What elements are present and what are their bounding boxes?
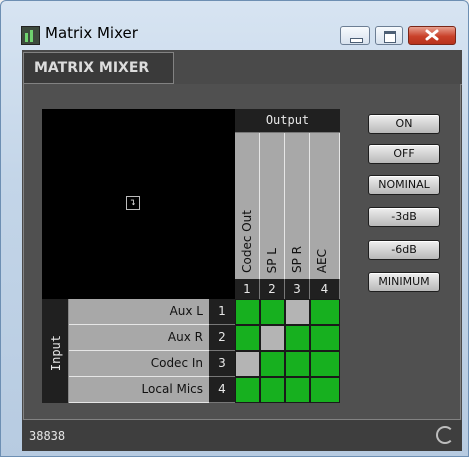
crosspoint-cell[interactable]: [260, 351, 285, 377]
row-number-2: 2: [209, 325, 235, 351]
column-label-aec: AEC: [310, 133, 340, 279]
column-label-codec-out: Codec Out: [235, 133, 260, 279]
crosspoint-cell[interactable]: [260, 325, 285, 351]
column-number-2: 2: [260, 279, 285, 299]
maximize-icon: [384, 31, 396, 43]
crosspoint-cell[interactable]: [260, 377, 285, 403]
crosspoint-cell[interactable]: [235, 325, 260, 351]
minimize-button[interactable]: [340, 26, 370, 45]
close-icon: [425, 29, 439, 41]
column-number-1: 1: [235, 279, 260, 299]
minus-3db-button[interactable]: -3dB: [368, 207, 440, 227]
crosspoint-cell[interactable]: [310, 377, 340, 403]
crosspoint-cell[interactable]: [285, 351, 310, 377]
crosspoint-cell[interactable]: [260, 299, 285, 325]
window-title: Matrix Mixer: [45, 24, 138, 42]
status-text: 38838: [29, 429, 66, 443]
column-label-sp-l: SP L: [260, 133, 285, 279]
nominal-button[interactable]: NOMINAL: [368, 175, 440, 195]
crosspoint-cell[interactable]: [310, 299, 340, 325]
column-number-4: 4: [310, 279, 340, 299]
refresh-icon[interactable]: [436, 426, 454, 444]
minimum-button[interactable]: MINIMUM: [368, 272, 440, 292]
close-button[interactable]: [408, 26, 456, 45]
status-bar: 38838: [22, 420, 462, 451]
maximize-button[interactable]: [375, 26, 403, 45]
crosspoint-cell[interactable]: [285, 325, 310, 351]
app-icon: [21, 26, 40, 45]
row-label-codec-in: Codec In: [69, 351, 209, 377]
crosspoint-cell[interactable]: [285, 377, 310, 403]
minus-6db-button[interactable]: -6dB: [368, 240, 440, 260]
minimize-icon: [350, 38, 363, 43]
row-label-local-mics: Local Mics: [69, 377, 209, 403]
row-number-3: 3: [209, 351, 235, 377]
tab-matrix-mixer[interactable]: MATRIX MIXER: [23, 52, 174, 84]
output-header: Output: [235, 109, 340, 133]
crosspoint-cell[interactable]: [310, 351, 340, 377]
off-button[interactable]: OFF: [368, 144, 440, 164]
crosspoint-cell[interactable]: [310, 325, 340, 351]
crosspoint-cell[interactable]: [235, 351, 260, 377]
row-number-4: 4: [209, 377, 235, 403]
title-bar[interactable]: Matrix Mixer: [1, 1, 468, 49]
crosspoint-cell[interactable]: [235, 377, 260, 403]
row-label-aux-l: Aux L: [69, 299, 209, 325]
row-label-aux-r: Aux R: [69, 325, 209, 351]
column-number-3: 3: [285, 279, 310, 299]
crosspoint-cell[interactable]: [235, 299, 260, 325]
row-number-1: 1: [209, 299, 235, 325]
on-button[interactable]: ON: [368, 114, 440, 134]
corner-symbol-icon[interactable]: ↴: [126, 196, 140, 210]
column-label-sp-r: SP R: [285, 133, 310, 279]
input-header: Input: [42, 299, 69, 403]
matrix-mixer-window: Matrix Mixer MATRIX MIXER 38838 ↴ Output…: [0, 0, 469, 457]
crosspoint-cell[interactable]: [285, 299, 310, 325]
